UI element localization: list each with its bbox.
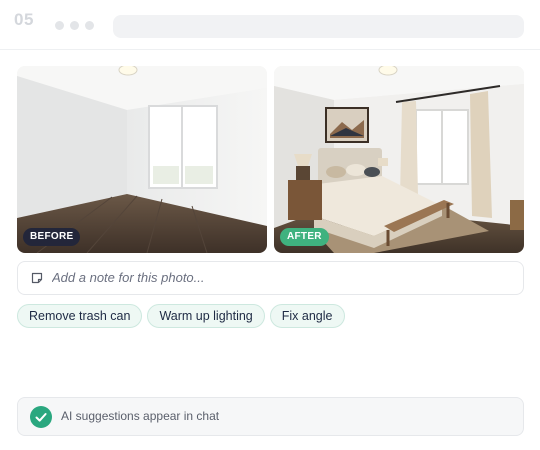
banner-text: AI suggestions appear in chat [61,409,220,423]
title-placeholder-bar [113,15,524,38]
suggestion-chips: Remove trash can Warm up lighting Fix an… [17,304,345,328]
before-tag: BEFORE [23,228,81,246]
photo-note-field[interactable] [17,261,524,295]
staged-bedroom-image [274,66,524,253]
suggestion-chip-fix-angle[interactable]: Fix angle [269,304,345,328]
suggestion-chip-remove-trash-can[interactable]: Remove trash can [17,304,143,328]
dot [55,21,64,30]
more-options-dots[interactable] [55,21,94,30]
before-photo[interactable]: BEFORE [17,66,267,253]
dot [85,21,94,30]
ai-suggestions-banner: AI suggestions appear in chat [17,397,524,436]
note-icon [31,272,43,284]
check-icon [30,406,52,428]
top-bar: 05 [0,0,540,50]
after-tag: AFTER [280,228,329,246]
suggestion-chip-warm-up-lighting[interactable]: Warm up lighting [147,304,265,328]
step-number: 05 [14,10,34,29]
after-photo[interactable]: AFTER [274,66,524,253]
dot [70,21,79,30]
empty-room-image [17,66,267,253]
note-input[interactable] [52,262,512,294]
